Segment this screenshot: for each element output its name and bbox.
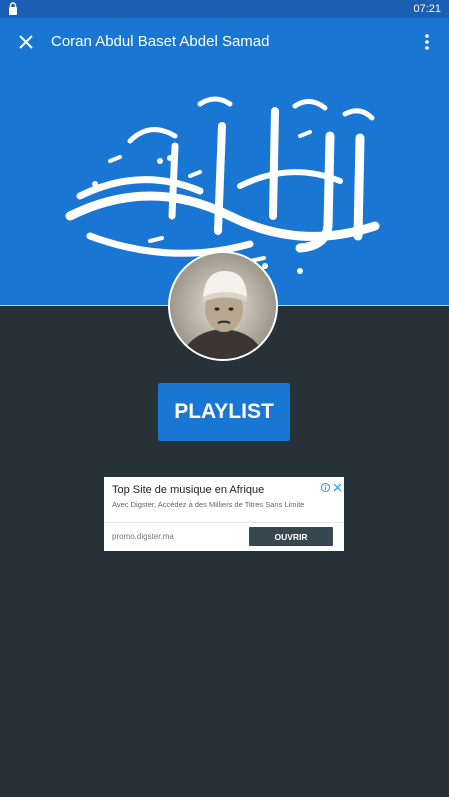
ad-banner[interactable]: Top Site de musique en Afrique Avec Digs… — [104, 477, 344, 551]
overflow-menu-button[interactable] — [415, 30, 439, 54]
page-title: Coran Abdul Baset Abdel Samad — [51, 33, 270, 50]
close-icon — [19, 35, 33, 49]
status-bar: 07:21 — [0, 0, 449, 18]
close-button[interactable] — [12, 30, 40, 54]
ad-choices-icon[interactable] — [321, 479, 330, 497]
app-bar: Coran Abdul Baset Abdel Samad — [0, 18, 449, 66]
more-vert-icon — [425, 34, 429, 50]
status-time: 07:21 — [413, 3, 441, 15]
playlist-button[interactable]: PLAYLIST — [158, 383, 290, 441]
lock-icon — [8, 2, 18, 18]
ad-description: Avec Digster, Accédez à des Milliers de … — [112, 500, 305, 509]
ad-divider — [104, 522, 344, 523]
ad-title: Top Site de musique en Afrique — [112, 484, 265, 496]
ad-open-button[interactable]: OUVRIR — [249, 527, 333, 546]
avatar — [168, 251, 278, 361]
ad-url: promo.digster.ma — [112, 532, 174, 541]
ad-close-icon[interactable] — [333, 479, 342, 497]
